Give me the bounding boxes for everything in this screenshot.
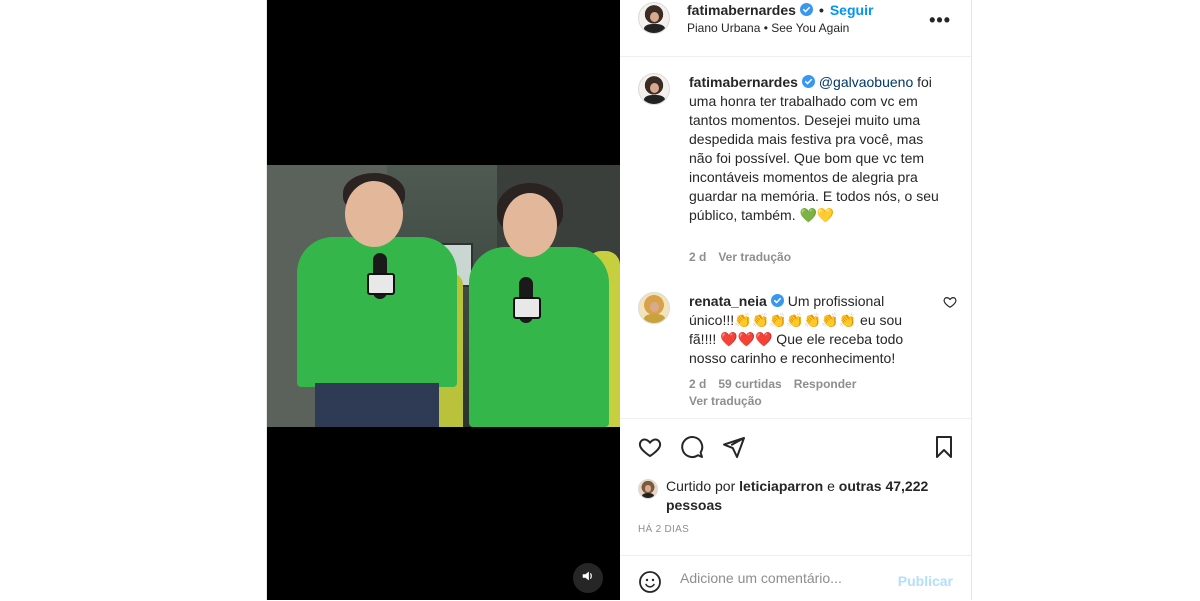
caption-text-block: fatimabernardes @galvaobueno foi uma hon… bbox=[689, 73, 949, 225]
action-bar: Curtido por leticiaparron e outras 47,22… bbox=[620, 418, 971, 539]
comment-icon[interactable] bbox=[680, 435, 704, 464]
separator-dot: • bbox=[818, 2, 824, 18]
instagram-post: fatimabernardes • Seguir Piano Urbana • Se… bbox=[266, 0, 972, 600]
verified-icon bbox=[799, 3, 813, 16]
comment-likes-count[interactable]: 59 curtidas bbox=[718, 377, 781, 391]
audio-toggle-button[interactable] bbox=[573, 563, 603, 593]
bookmark-icon[interactable] bbox=[932, 435, 956, 464]
caption-meta: 2 d Ver tradução bbox=[689, 250, 803, 264]
likes-user[interactable]: leticiaparron bbox=[739, 478, 823, 494]
video-frame[interactable] bbox=[267, 165, 620, 427]
avatar[interactable] bbox=[638, 292, 670, 324]
caption-translate-link[interactable]: Ver tradução bbox=[718, 250, 791, 264]
likes-prefix: Curtido por bbox=[666, 478, 736, 494]
header-username[interactable]: fatimabernardes bbox=[687, 2, 796, 18]
reporter-man bbox=[287, 165, 457, 427]
add-comment-bar: Publicar bbox=[620, 555, 971, 601]
caption-mention[interactable]: @galvaobueno bbox=[819, 74, 913, 90]
share-icon[interactable] bbox=[722, 435, 746, 464]
comment-like-heart-icon[interactable] bbox=[943, 295, 957, 314]
comment-meta: 2 d 59 curtidas Responder bbox=[689, 377, 868, 391]
reporter-woman bbox=[463, 165, 613, 427]
music-label[interactable]: Piano Urbana • See You Again bbox=[687, 21, 849, 35]
likes-and: e bbox=[827, 478, 835, 494]
comment-username[interactable]: renata_neia bbox=[689, 293, 767, 309]
header-user-line: fatimabernardes • Seguir bbox=[687, 2, 873, 18]
verified-icon bbox=[770, 293, 784, 307]
heart-icon[interactable] bbox=[638, 435, 662, 464]
post-header: fatimabernardes • Seguir Piano Urbana • Se… bbox=[620, 0, 971, 57]
caption-time[interactable]: 2 d bbox=[689, 250, 706, 264]
caption-username[interactable]: fatimabernardes bbox=[689, 74, 798, 90]
avatar[interactable] bbox=[638, 73, 670, 105]
comment-input[interactable] bbox=[678, 569, 882, 587]
follow-button[interactable]: Seguir bbox=[830, 2, 874, 18]
avatar[interactable] bbox=[638, 479, 658, 499]
post-timestamp[interactable]: HÁ 2 DIAS bbox=[638, 524, 689, 535]
verified-icon bbox=[801, 74, 815, 88]
emoji-icon[interactable] bbox=[638, 570, 662, 599]
post-sidebar: fatimabernardes • Seguir Piano Urbana • Se… bbox=[620, 0, 971, 600]
likes-text-block: Curtido por leticiaparron e outras 47,22… bbox=[666, 477, 936, 515]
comment-translate-link[interactable]: Ver tradução bbox=[689, 394, 762, 408]
caption-text: foi uma honra ter trabalhado com vc em t… bbox=[689, 74, 939, 223]
more-options-icon[interactable]: ••• bbox=[929, 10, 951, 31]
audio-icon bbox=[581, 569, 595, 588]
comment-text-block: renata_neia Um profissional único!!!👏👏👏👏… bbox=[689, 292, 931, 368]
publish-button[interactable]: Publicar bbox=[898, 573, 953, 589]
post-media[interactable] bbox=[267, 0, 620, 600]
avatar[interactable] bbox=[638, 2, 670, 34]
reply-link[interactable]: Responder bbox=[794, 377, 857, 391]
comment-time[interactable]: 2 d bbox=[689, 377, 706, 391]
